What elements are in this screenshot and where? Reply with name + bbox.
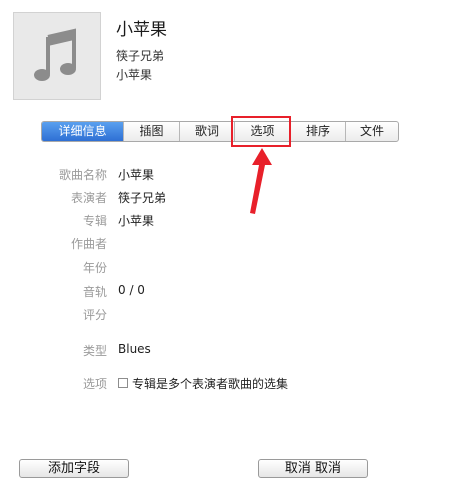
tab-sorting[interactable]: 排序 <box>291 122 346 141</box>
label-composer: 作曲者 <box>70 237 107 251</box>
highlight-box <box>231 116 291 147</box>
cancel-button[interactable]: 取消 取消 <box>258 459 368 478</box>
tab-artwork[interactable]: 插图 <box>124 122 180 141</box>
value-album[interactable]: 小苹果 <box>118 212 154 229</box>
label-genre: 类型 <box>82 344 107 358</box>
value-artist[interactable]: 筷子兄弟 <box>118 189 166 206</box>
tab-details[interactable]: 详细信息 <box>42 122 124 141</box>
value-genre[interactable]: Blues <box>118 342 151 356</box>
tab-lyrics[interactable]: 歌词 <box>180 122 235 141</box>
red-arrow-icon <box>250 148 272 214</box>
song-artist: 筷子兄弟 <box>116 49 165 63</box>
song-title: 小苹果 <box>116 20 167 40</box>
label-artist: 表演者 <box>70 191 107 205</box>
tab-bar: 详细信息 插图 歌词 选项 排序 文件 <box>41 121 399 142</box>
tab-file[interactable]: 文件 <box>346 122 398 141</box>
album-artwork[interactable] <box>13 12 101 100</box>
song-album: 小苹果 <box>116 68 153 82</box>
music-note-icon <box>34 28 76 81</box>
compilation-label[interactable]: 专辑是多个表演者歌曲的选集 <box>132 375 288 392</box>
compilation-checkbox[interactable] <box>118 378 128 388</box>
add-field-button[interactable]: 添加字段 <box>19 459 129 478</box>
label-track: 音轨 <box>82 285 107 299</box>
label-year: 年份 <box>82 261 107 275</box>
label-song-name: 歌曲名称 <box>58 168 107 182</box>
label-rating: 评分 <box>82 308 107 322</box>
value-song-name[interactable]: 小苹果 <box>118 166 154 183</box>
label-options: 选项 <box>82 377 107 391</box>
label-album: 专辑 <box>82 214 107 228</box>
value-track[interactable]: 0 / 0 <box>118 283 145 297</box>
